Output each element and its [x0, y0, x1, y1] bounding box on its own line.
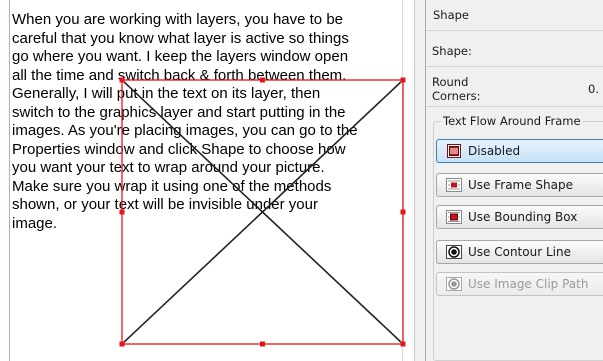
use-frame-shape-button[interactable]: Use Frame Shape — [436, 173, 603, 197]
button-label: Use Image Clip Path — [468, 277, 589, 291]
button-label: Use Contour Line — [468, 245, 571, 259]
contour-line-icon — [446, 245, 462, 259]
use-bounding-box-button[interactable]: Use Bounding Box — [436, 205, 603, 229]
use-contour-line-button[interactable]: Use Contour Line — [436, 240, 603, 264]
resize-handle[interactable] — [119, 77, 125, 83]
resize-handle[interactable] — [119, 209, 125, 215]
image-frame[interactable] — [0, 0, 414, 361]
divider — [426, 106, 603, 107]
divider — [426, 30, 603, 31]
text-flow-disabled-icon — [447, 144, 461, 158]
round-corners-label: Round Corners: — [432, 75, 481, 103]
use-image-clip-path-button: Use Image Clip Path — [436, 272, 603, 296]
button-label: Use Bounding Box — [468, 210, 578, 224]
resize-handle[interactable] — [400, 209, 406, 215]
resize-handle[interactable] — [260, 77, 265, 83]
shape-label: Shape: — [432, 44, 472, 58]
resize-handle[interactable] — [119, 341, 125, 347]
panel-splitter[interactable] — [414, 0, 426, 361]
resize-handle[interactable] — [260, 341, 265, 347]
properties-panel: Shape Shape: Round Corners: 0. Text Flow… — [426, 0, 603, 361]
button-label: Disabled — [468, 144, 521, 158]
document-canvas[interactable]: When you are working with layers, you ha… — [0, 0, 414, 361]
text-flow-disabled-button[interactable]: Disabled — [436, 139, 603, 163]
bounding-box-icon — [446, 210, 462, 224]
resize-handle[interactable] — [400, 77, 406, 83]
text-flow-title: Text Flow Around Frame — [441, 114, 583, 128]
round-corners-input[interactable]: 0. — [588, 82, 599, 96]
image-clip-path-icon — [446, 277, 462, 291]
button-label: Use Frame Shape — [468, 178, 574, 192]
frame-shape-icon — [446, 178, 462, 192]
divider — [426, 66, 603, 67]
resize-handle[interactable] — [400, 341, 406, 347]
section-header-shape[interactable]: Shape — [433, 8, 469, 22]
